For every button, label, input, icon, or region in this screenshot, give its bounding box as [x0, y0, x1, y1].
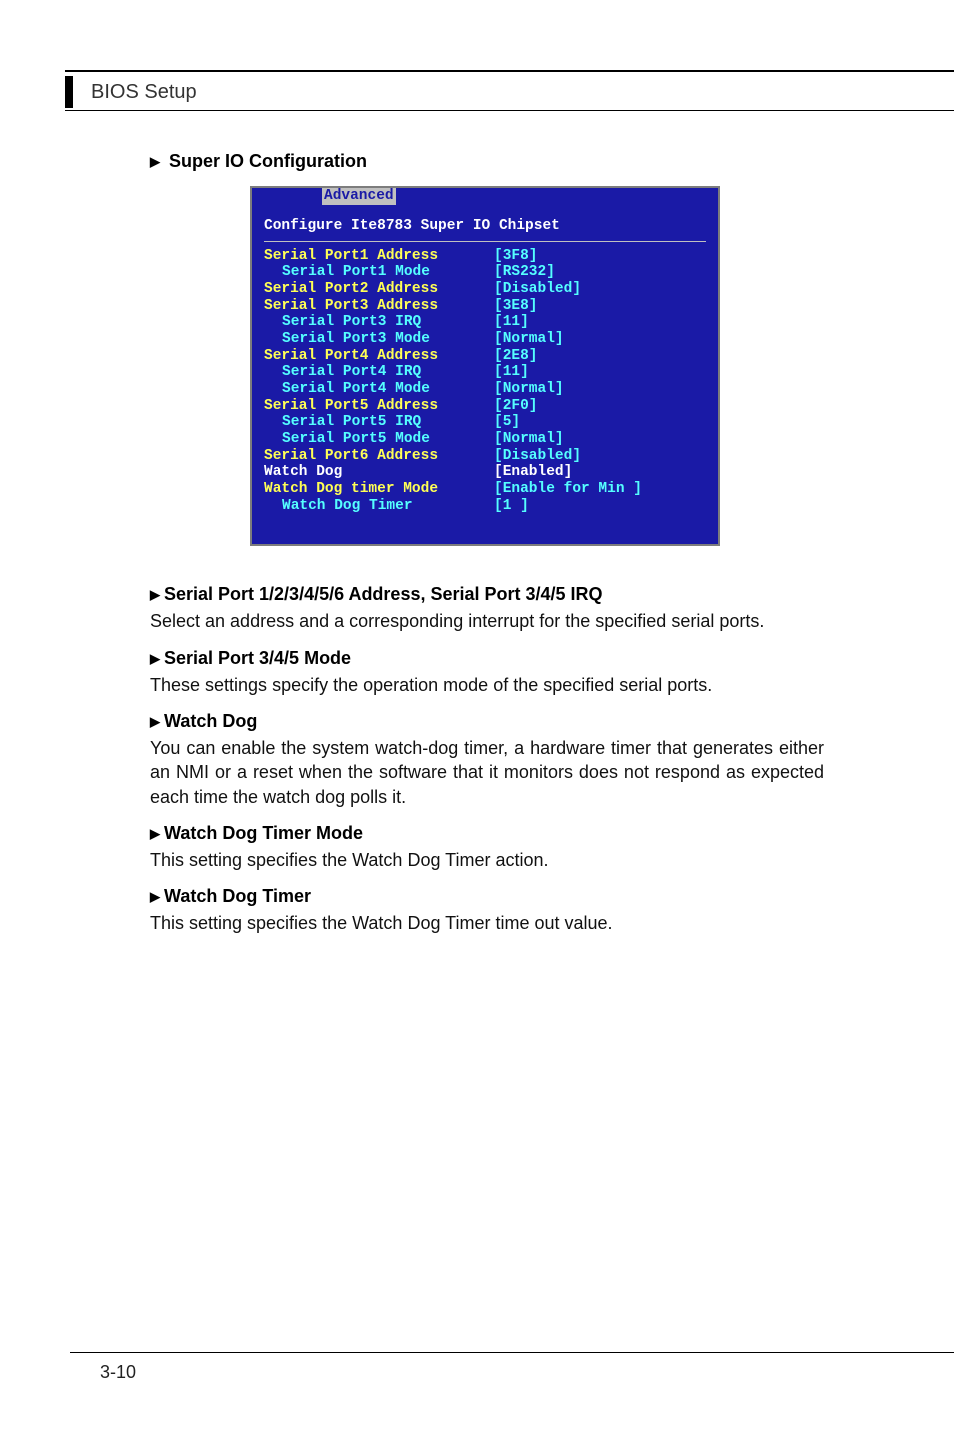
bios-row-value: [Normal] — [494, 431, 564, 448]
bios-row-value: [Enable for Min ] — [494, 481, 642, 498]
triangle-right-icon: ▶ — [150, 154, 160, 169]
bios-row: Serial Port1 Mode[RS232] — [264, 264, 706, 281]
bios-row-label: Serial Port3 Mode — [264, 331, 494, 348]
bios-row: Serial Port5 Mode[Normal] — [264, 431, 706, 448]
bios-rows: Serial Port1 Address[3F8]Serial Port1 Mo… — [264, 248, 706, 515]
bios-row-label: Serial Port5 Address — [264, 398, 494, 415]
triangle-right-icon: ▶ — [150, 587, 160, 602]
bios-row-label: Serial Port2 Address — [264, 281, 494, 298]
bios-row-value: [2F0] — [494, 398, 538, 415]
doc-subheading: ▶ Serial Port 1/2/3/4/5/6 Address, Serial… — [150, 584, 824, 605]
bios-row-value: [5] — [494, 414, 520, 431]
bios-tab-advanced: Advanced — [322, 188, 396, 205]
bios-row: Serial Port3 Mode[Normal] — [264, 331, 706, 348]
bios-row-label: Serial Port4 Mode — [264, 381, 494, 398]
bios-row-label: Serial Port3 Address — [264, 298, 494, 315]
triangle-right-icon: ▶ — [150, 826, 160, 841]
header-title: BIOS Setup — [91, 81, 197, 108]
bios-row-label: Serial Port4 Address — [264, 348, 494, 365]
doc-paragraph: This setting specifies the Watch Dog Tim… — [150, 911, 824, 935]
bios-row: Serial Port5 IRQ[5] — [264, 414, 706, 431]
bios-row-value: [Enabled] — [494, 464, 572, 481]
doc-subheading-text: Watch Dog — [164, 711, 257, 731]
bios-row-label: Serial Port4 IRQ — [264, 364, 494, 381]
bios-row-value: [Disabled] — [494, 448, 581, 465]
bios-row: Serial Port6 Address[Disabled] — [264, 448, 706, 465]
bios-row-value: [3F8] — [494, 248, 538, 265]
bios-row-value: [Normal] — [494, 331, 564, 348]
bios-row: Serial Port3 IRQ[11] — [264, 314, 706, 331]
bios-row-value: [RS232] — [494, 264, 555, 281]
bios-row-value: [11] — [494, 364, 529, 381]
page-number: 3-10 — [100, 1362, 136, 1383]
bios-row-label: Watch Dog Timer — [264, 498, 494, 515]
doc-paragraph: This setting specifies the Watch Dog Tim… — [150, 848, 824, 872]
page: BIOS Setup ▶ Super IO Configuration Adva… — [0, 0, 954, 1431]
bios-row-label: Watch Dog — [264, 464, 494, 481]
bios-row-label: Serial Port5 Mode — [264, 431, 494, 448]
bios-row: Watch Dog Timer[1 ] — [264, 498, 706, 515]
bios-row: Watch Dog[Enabled] — [264, 464, 706, 481]
bios-row: Serial Port5 Address[2F0] — [264, 398, 706, 415]
doc-subheading: ▶ Watch Dog Timer Mode — [150, 823, 824, 844]
doc-subheading: ▶ Serial Port 3/4/5 Mode — [150, 648, 824, 669]
doc-paragraph: You can enable the system watch-dog time… — [150, 736, 824, 809]
triangle-right-icon: ▶ — [150, 889, 160, 904]
bios-screenshot: Advanced Configure Ite8783 Super IO Chip… — [250, 186, 720, 546]
bios-row-value: [2E8] — [494, 348, 538, 365]
bios-row: Serial Port4 Address[2E8] — [264, 348, 706, 365]
bios-row-value: [11] — [494, 314, 529, 331]
bios-divider — [264, 241, 706, 242]
bios-body: Configure Ite8783 Super IO Chipset Seria… — [252, 208, 718, 514]
triangle-right-icon: ▶ — [150, 651, 160, 666]
bios-row-label: Serial Port3 IRQ — [264, 314, 494, 331]
content: ▶ Super IO Configuration Advanced Config… — [80, 111, 874, 936]
header-side-bar-icon — [65, 76, 73, 108]
doc-subheading-text: Serial Port 3/4/5 Mode — [164, 648, 351, 668]
section-title: ▶ Super IO Configuration — [150, 151, 824, 172]
bios-row: Serial Port1 Address[3F8] — [264, 248, 706, 265]
footer-rule — [70, 1352, 954, 1353]
doc-subheading: ▶ Watch Dog Timer — [150, 886, 824, 907]
bios-row: Watch Dog timer Mode[Enable for Min ] — [264, 481, 706, 498]
bios-row-value: [Disabled] — [494, 281, 581, 298]
bios-tabbar: Advanced — [252, 188, 718, 208]
bios-row-label: Serial Port1 Address — [264, 248, 494, 265]
bios-row-label: Serial Port5 IRQ — [264, 414, 494, 431]
header-row: BIOS Setup — [65, 76, 954, 108]
bios-row-value: [3E8] — [494, 298, 538, 315]
bios-row: Serial Port3 Address[3E8] — [264, 298, 706, 315]
bios-row: Serial Port2 Address[Disabled] — [264, 281, 706, 298]
bios-row-value: [Normal] — [494, 381, 564, 398]
section-title-text: Super IO Configuration — [169, 151, 367, 171]
doc-subheading-text: Watch Dog Timer Mode — [164, 823, 363, 843]
doc-subheading-text: Serial Port 1/2/3/4/5/6 Address, Serial … — [164, 584, 603, 604]
bios-row-label: Watch Dog timer Mode — [264, 481, 494, 498]
bios-row-label: Serial Port1 Mode — [264, 264, 494, 281]
doc-subheading: ▶ Watch Dog — [150, 711, 824, 732]
doc-paragraph: Select an address and a corresponding in… — [150, 609, 824, 633]
doc-subsections: ▶ Serial Port 1/2/3/4/5/6 Address, Serial… — [150, 584, 824, 935]
triangle-right-icon: ▶ — [150, 714, 160, 729]
doc-subheading-text: Watch Dog Timer — [164, 886, 311, 906]
header-top-rule — [65, 70, 954, 72]
bios-heading: Configure Ite8783 Super IO Chipset — [264, 218, 706, 239]
bios-row: Serial Port4 IRQ[11] — [264, 364, 706, 381]
bios-row-label: Serial Port6 Address — [264, 448, 494, 465]
bios-row: Serial Port4 Mode[Normal] — [264, 381, 706, 398]
doc-paragraph: These settings specify the operation mod… — [150, 673, 824, 697]
bios-row-value: [1 ] — [494, 498, 529, 515]
